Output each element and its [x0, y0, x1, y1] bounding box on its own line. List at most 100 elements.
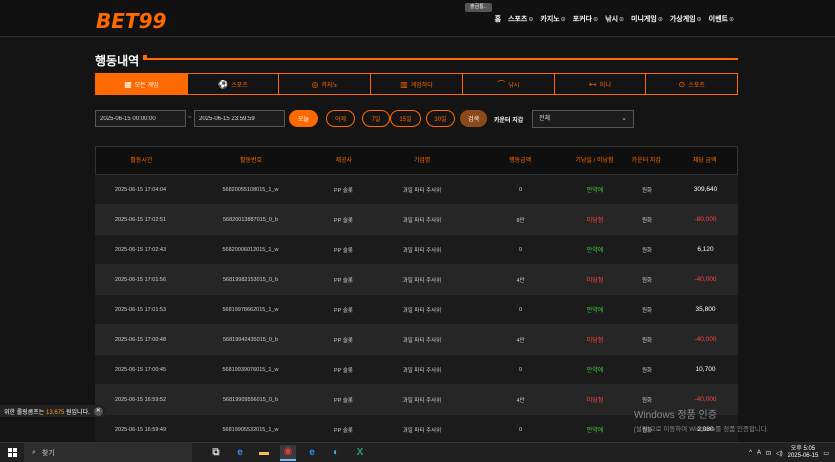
table-cell: 56820006012015_1_w [222, 246, 279, 253]
currency-select[interactable]: 전체 ⌄ [532, 110, 634, 128]
clock[interactable]: 오후 5:05 2025-06-15 [788, 446, 819, 460]
taskbar-search-placeholder: 찾기 [41, 449, 55, 457]
nav-item[interactable]: 미니게임⊙ [631, 14, 663, 24]
range-pill[interactable]: 7일 [362, 110, 390, 127]
table-cell: 56819978662015_1_w [222, 306, 279, 313]
start-button[interactable] [0, 443, 24, 462]
nav-item[interactable]: 포커다⊙ [573, 14, 598, 24]
table-cell: 과일 파티 주사위 [402, 337, 442, 344]
gamepad-icon: ⊷ [588, 79, 597, 89]
column-header: 활동시간 [130, 157, 153, 164]
category-tab[interactable]: ⊙ 스포츠 [646, 73, 739, 95]
category-tab[interactable]: ◎ 카지노 [279, 73, 372, 95]
category-tab[interactable]: ⌒ 낚시 [462, 73, 555, 95]
system-tray: ^ A ⊡ ◁) 오후 5:05 2025-06-15 ▭ [749, 443, 835, 462]
nav-item[interactable]: 스포츠⊙ [508, 14, 533, 24]
chevron-down-icon: ⊙ [728, 17, 734, 23]
range-pill[interactable]: 어제 [326, 110, 355, 127]
table-cell: PP 슬롯 [334, 277, 353, 284]
notice-pill[interactable]: 출금통.. [465, 3, 492, 12]
top-header: BET99 출금통.. 홈 스포츠⊙ 카지노⊙ 포커다⊙ 낚시⊙ 미니게임⊙ 가상게임⊙ 이벤… [0, 0, 835, 37]
table-cell: 0 [518, 186, 523, 193]
grid-icon: ▦ [124, 79, 132, 89]
table-cell: 56820055108015_1_w [222, 186, 279, 193]
range-pill[interactable]: 30일 [426, 110, 455, 127]
table-row: 2025-06-15 17:02:43 56820006012015_1_w PP … [95, 235, 738, 265]
table-cell: 원화 [641, 217, 653, 224]
nav-item[interactable]: 카지노⊙ [540, 14, 565, 24]
task-view-icon[interactable]: ⧉ [208, 445, 224, 461]
nav-item[interactable]: 가상게임⊙ [670, 14, 702, 24]
table-cell: -40,000 [694, 276, 717, 283]
clock-time: 오후 5:05 [790, 446, 816, 452]
category-tab[interactable]: ▥ 게임하다 [371, 73, 463, 95]
table-cell: 과일 파티 주사위 [402, 187, 442, 194]
table-cell: 2025-06-15 17:02:43 [114, 246, 167, 253]
chevron-down-icon: ⌄ [621, 115, 627, 122]
table-cell: 0 [518, 246, 523, 253]
table-row: 2025-06-15 17:02:51 56820013887015_0_b PP … [95, 205, 738, 235]
windows-logo-icon [7, 448, 17, 457]
close-icon[interactable]: ✕ [93, 406, 103, 416]
search-button[interactable]: 검색 [460, 110, 487, 127]
range-pill[interactable]: 오늘 [289, 110, 318, 127]
column-header: 체당 금액 [692, 157, 717, 164]
file-explorer-icon[interactable]: ▬ [256, 445, 272, 461]
table-cell: 미당첨 [586, 338, 604, 344]
table-cell: PP 슬롯 [334, 217, 353, 224]
table-cell: 56819942435015_0_b [222, 336, 279, 343]
table-cell: 0 [518, 426, 523, 433]
table-cell: 6,120 [697, 246, 714, 253]
search-icon: ⌕ [32, 448, 36, 456]
edge-legacy-icon[interactable]: e [232, 445, 248, 461]
network-icon[interactable]: ⊡ [766, 450, 771, 457]
volume-icon[interactable]: ◁) [776, 450, 783, 457]
tray-expand-icon[interactable]: ^ [749, 450, 752, 456]
chrome-icon[interactable]: ◉ [280, 444, 296, 461]
table-cell: 4만 [516, 337, 525, 344]
nav-item[interactable]: 홈 [495, 14, 501, 24]
table-cell: 4만 [516, 397, 525, 404]
currency-label: 카운터 지갑 [494, 118, 524, 124]
toast-text: 위한 롤링콤프는 13,675 원입니다. [4, 409, 90, 416]
slot-machine-icon: ▥ [400, 79, 408, 89]
table-cell: 미당첨 [586, 278, 604, 284]
start-date-input[interactable] [95, 110, 186, 127]
excel-icon[interactable]: X [352, 445, 368, 461]
table-row: 2025-06-15 17:00:45 56819939076015_1_w PP … [95, 355, 738, 385]
table-cell: 2025-06-15 17:00:48 [114, 336, 167, 343]
title-divider [143, 58, 738, 60]
soccer-ball-icon: ⚽ [218, 79, 229, 89]
rolling-comp-toast: 위한 롤링콤프는 13,675 원입니다. ✕ [0, 405, 107, 417]
windows-taskbar: ⌕ 찾기 ⧉ e ▬ ◉ e ◐ X ^ A ⊡ ◁) 오후 5:05 2025… [0, 442, 835, 462]
chevron-down-icon: ⊙ [560, 17, 566, 23]
table-cell: 56819982153015_0_b [222, 276, 279, 283]
nav-item[interactable]: 낚시⊙ [605, 14, 624, 24]
taskbar-search[interactable]: ⌕ 찾기 [24, 442, 192, 462]
table-cell: 0 [518, 306, 523, 313]
edge-icon[interactable]: ◐ [328, 445, 344, 461]
table-header: 활동시간 활동번호 제공사 기업명 행동금액 기낭일 / 미낭첨 카운터 지갑 체당 금액 [95, 146, 738, 175]
table-cell: 과일 파티 주사위 [402, 247, 442, 254]
table-row: 2025-06-15 17:01:53 56819978662015_1_w PP … [95, 295, 738, 325]
table-cell: -40,000 [694, 336, 717, 343]
table-cell: 2025-06-15 17:02:51 [114, 216, 167, 223]
category-tab[interactable]: ▦ 모든 게임 [95, 73, 188, 95]
table-row: 2025-06-15 17:04:04 56820055108015_1_w PP … [95, 175, 738, 205]
table-body: 2025-06-15 17:04:04 56820055108015_1_w PP … [95, 175, 738, 445]
end-date-input[interactable] [194, 110, 285, 127]
column-header: 기업명 [413, 157, 431, 164]
internet-explorer-icon[interactable]: e [304, 445, 320, 461]
nav-item[interactable]: 이벤트⊙ [709, 14, 734, 24]
site-logo[interactable]: BET99 [96, 9, 166, 33]
clock-date: 2025-06-15 [787, 453, 819, 459]
category-tab[interactable]: ⚽ 스포츠 [187, 73, 280, 95]
notification-icon[interactable]: ▭ [823, 450, 829, 457]
table-cell: 원화 [641, 337, 653, 344]
category-tab[interactable]: ⊷ 미니 [554, 73, 647, 95]
range-pill[interactable]: 15일 [390, 110, 421, 127]
watermark-line-1: Windows 정품 인증 [634, 410, 717, 421]
ime-lang-indicator[interactable]: A [757, 450, 761, 456]
table-cell: 원화 [641, 247, 653, 254]
main-content: 행동내역 ▦모든 게임⚽스포츠◎카지노▥게임하다⌒낚시⊷미니⊙스포츠 ~ 오늘 어… [0, 38, 835, 462]
